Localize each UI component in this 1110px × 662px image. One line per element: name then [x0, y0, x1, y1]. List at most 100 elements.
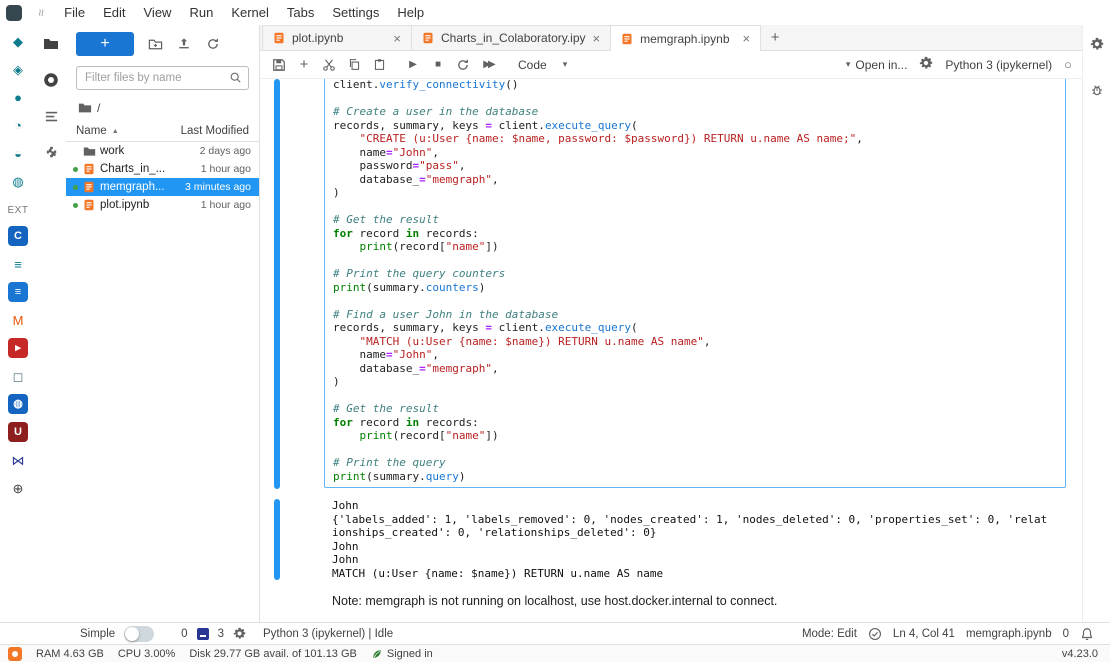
close-icon[interactable]: ×	[742, 31, 752, 46]
notifications-count[interactable]: 0	[1063, 628, 1069, 640]
kernel-name[interactable]: Python 3 (ipykernel)	[945, 58, 1052, 72]
ext-icon-6[interactable]: ◍	[8, 171, 28, 191]
ram-usage: RAM 4.63 GB	[36, 648, 104, 660]
file-row[interactable]: plot.ipynb1 hour ago	[66, 196, 259, 214]
code-token: in	[406, 416, 419, 429]
ext-icon-12[interactable]: ◻	[8, 366, 28, 386]
debugger-tab[interactable]	[1088, 81, 1106, 99]
code-token: "memgraph"	[426, 362, 492, 375]
code-line: # Get the result	[333, 213, 1057, 227]
open-in-dropdown[interactable]: ▾ Open in...	[846, 58, 908, 72]
menu-settings[interactable]: Settings	[323, 2, 388, 23]
menu-edit[interactable]: Edit	[94, 2, 134, 23]
ext-icon-5[interactable]: ◒	[8, 143, 28, 163]
code-token	[333, 429, 360, 442]
tab-charts-in-colaboratory-ipy[interactable]: Charts_in_Colaboratory.ipy×	[412, 25, 611, 50]
save-button[interactable]	[268, 54, 290, 76]
menu-view[interactable]: View	[135, 2, 181, 23]
close-icon[interactable]: ×	[592, 31, 602, 46]
file-row[interactable]: work2 days ago	[66, 142, 259, 160]
ext-icon-3[interactable]: ●	[8, 87, 28, 107]
note-text: Note: memgraph is not running on localho…	[332, 594, 777, 608]
tab-memgraph-ipynb[interactable]: memgraph.ipynb ×	[611, 25, 761, 51]
property-inspector-tab[interactable]	[1088, 35, 1106, 53]
terminals-count[interactable]: 0	[181, 628, 187, 640]
app-menu-icon[interactable]	[6, 5, 22, 21]
refresh-icon	[206, 37, 220, 51]
ext-icon-13[interactable]: ◍	[8, 394, 28, 414]
breadcrumb[interactable]: /	[66, 94, 259, 120]
paste-cell-button[interactable]	[368, 54, 390, 76]
simple-mode-toggle[interactable]	[124, 626, 154, 642]
running-kernel-dot	[73, 203, 78, 208]
insert-cell-button[interactable]: +	[293, 54, 315, 76]
ext-icon-15[interactable]: ⋈	[8, 450, 28, 470]
run-cell-button[interactable]: ▶	[402, 54, 424, 76]
menu-kernel[interactable]: Kernel	[222, 2, 278, 23]
file-row[interactable]: Charts_in_...1 hour ago	[66, 160, 259, 178]
output-line: {'labels_added': 1, 'labels_removed': 0,…	[332, 513, 1048, 540]
kernels-count[interactable]: 3	[218, 628, 224, 640]
menu-run[interactable]: Run	[180, 2, 222, 23]
new-tab-button[interactable]: +	[761, 25, 789, 50]
filter-files-input[interactable]	[76, 66, 249, 90]
cell-type-dropdown[interactable]: Code ▾	[510, 56, 575, 74]
restart-kernel-button[interactable]	[452, 54, 474, 76]
notebook-area[interactable]: client.verify_connectivity() # Create a …	[260, 79, 1082, 622]
menu-tabs[interactable]: Tabs	[278, 2, 323, 23]
tab-label: memgraph.ipynb	[640, 32, 729, 46]
column-name[interactable]: Name	[76, 125, 107, 137]
new-folder-button[interactable]	[147, 36, 163, 52]
toggle-knob	[125, 627, 139, 641]
cursor-position[interactable]: Ln 4, Col 41	[893, 628, 955, 640]
sidebar-tab-extensions[interactable]	[42, 143, 60, 161]
close-icon[interactable]: ×	[392, 31, 402, 46]
ext-icon-8[interactable]: ≡	[8, 254, 28, 274]
code-cell-editor[interactable]: client.verify_connectivity() # Create a …	[324, 79, 1066, 488]
code-token: "MATCH (u:User {name: $name}) RETURN u.n…	[360, 335, 704, 348]
signed-in-status[interactable]: Signed in	[371, 648, 433, 660]
ext-icon-9[interactable]: ≡	[8, 282, 28, 302]
ext-icon-10[interactable]: M	[8, 310, 28, 330]
kernel-settings-button[interactable]	[919, 56, 933, 73]
code-token: # Print the query counters	[333, 267, 505, 280]
notebook-icon	[82, 198, 96, 212]
mode-indicator[interactable]: Mode: Edit	[802, 628, 857, 640]
interrupt-kernel-button[interactable]: ■	[427, 54, 449, 76]
upload-button[interactable]	[176, 36, 192, 52]
bell-icon[interactable]	[1080, 627, 1094, 641]
gear-icon	[233, 627, 246, 640]
code-token: name	[333, 146, 386, 159]
code-line: print(summary.query)	[333, 470, 1057, 484]
cell-collapser[interactable]	[274, 79, 280, 489]
file-list-header: Name ▲ Last Modified	[66, 120, 259, 142]
sidebar-tab-running[interactable]	[42, 71, 60, 89]
ext-icon-2[interactable]: ◈	[8, 59, 28, 79]
output-collapser[interactable]	[274, 499, 280, 580]
ext-icon-7[interactable]: C	[8, 226, 28, 246]
menu-help[interactable]: Help	[388, 2, 433, 23]
ext-icon-11[interactable]: ▸	[8, 338, 28, 358]
new-launcher-button[interactable]: +	[76, 32, 134, 56]
file-row[interactable]: memgraph...3 minutes ago	[66, 178, 259, 196]
column-last-modified[interactable]: Last Modified	[181, 125, 249, 137]
sidebar-tab-files[interactable]	[42, 35, 60, 53]
sidebar-tab-toc[interactable]	[42, 107, 60, 125]
kernel-status-icon[interactable]: ○	[1064, 57, 1072, 72]
check-circle-icon[interactable]	[868, 627, 882, 641]
ext-icon-1[interactable]: ◆	[8, 31, 28, 51]
ext-icon-16[interactable]: ⊕	[8, 478, 28, 498]
refresh-button[interactable]	[205, 36, 221, 52]
code-line: )	[333, 186, 1057, 200]
copy-cell-button[interactable]	[343, 54, 365, 76]
cut-cell-button[interactable]	[318, 54, 340, 76]
menu-file[interactable]: File	[55, 2, 94, 23]
kernel-status-text[interactable]: Python 3 (ipykernel) | Idle	[263, 628, 393, 640]
active-file-name[interactable]: memgraph.ipynb	[966, 628, 1052, 640]
tab-plot-ipynb[interactable]: plot.ipynb×	[262, 25, 412, 50]
ext-icon-4[interactable]: ◔	[8, 115, 28, 135]
code-token: =	[485, 119, 492, 132]
app-logo-icon[interactable]	[8, 647, 22, 661]
ext-icon-14[interactable]: U	[8, 422, 28, 442]
restart-run-all-button[interactable]: ▶▶	[477, 54, 499, 76]
